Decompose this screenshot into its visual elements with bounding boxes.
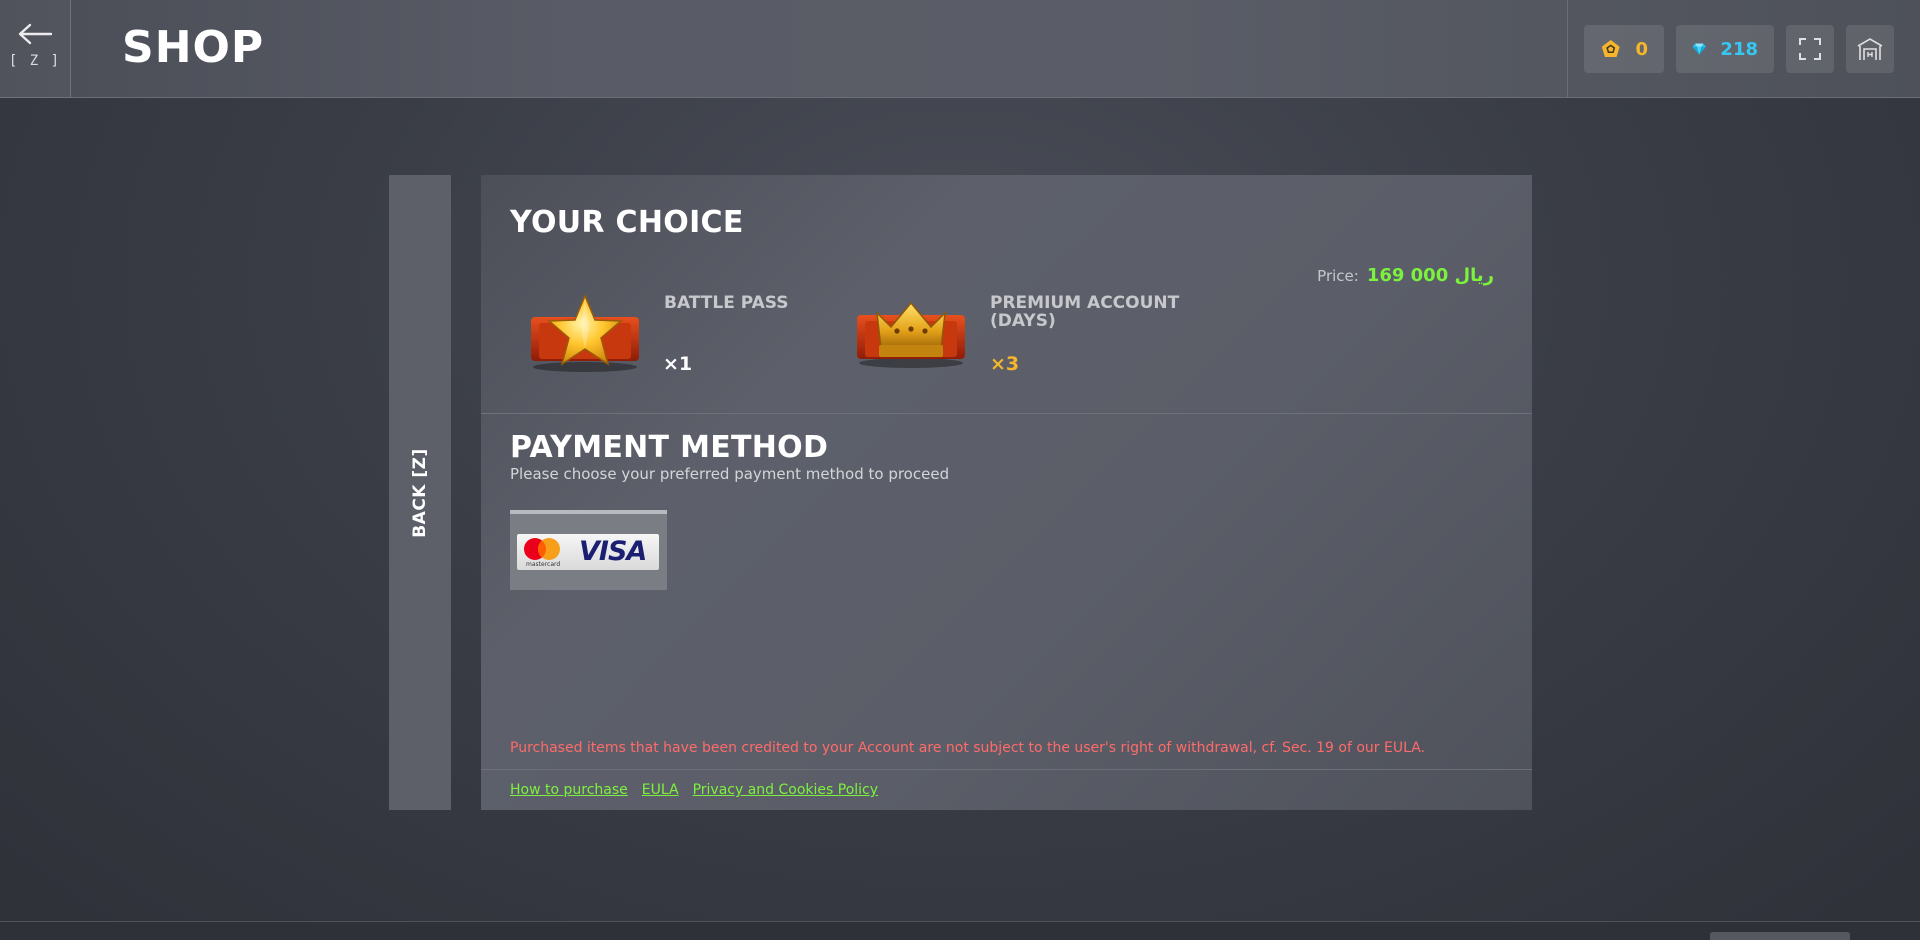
back-shortcut-label: [ Z ] [8,53,62,69]
side-back-label: BACK [Z] [410,447,430,538]
gold-balance[interactable]: 0 [1584,25,1664,73]
payment-method-title: PAYMENT METHOD [510,430,829,465]
your-choice-title: YOUR CHOICE [510,205,744,240]
fullscreen-icon [1799,38,1821,60]
premium-crown-icon [857,301,965,368]
gems-amount: 218 [1720,38,1758,60]
mastercard-caption: mastercard [526,561,561,568]
price-value: 169 000 ریال [1366,265,1494,286]
currency-toolbar: 0 218 [1567,0,1920,98]
diamond-icon [1692,43,1706,55]
gold-amount: 0 [1635,38,1648,60]
gold-pentagon-icon [1601,40,1620,58]
item-quantity: ×3 [990,353,1020,375]
visa-logo: VISA [579,536,647,567]
item-name: PREMIUM ACCOUNT (DAYS) [990,293,1180,331]
arrow-left-icon [18,23,53,45]
battle-pass-star-icon [531,294,639,372]
fullscreen-button[interactable] [1786,25,1834,73]
item-quantity: ×1 [663,353,693,375]
hangar-button[interactable] [1846,25,1894,73]
privacy-policy-link[interactable]: Privacy and Cookies Policy [693,782,878,798]
bottom-button-edge[interactable] [1710,932,1850,940]
card-logos: mastercard VISA [517,534,659,570]
card-payment-option[interactable]: mastercard VISA [510,510,667,590]
top-back-button[interactable]: [ Z ] [0,0,71,98]
checkout-panel: YOUR CHOICE Price: 169 000 ریال BATTLE P… [481,175,1532,810]
price-display: Price: 169 000 ریال [1317,265,1494,286]
side-back-button[interactable]: BACK [Z] [389,175,451,810]
top-bar: [ Z ] SHOP 0 218 [0,0,1920,98]
hangar-icon [1857,38,1883,60]
page-title: SHOP [122,22,265,73]
bottom-strip [0,921,1920,940]
your-choice-section: YOUR CHOICE Price: 169 000 ریال BATTLE P… [481,175,1532,414]
item-name: BATTLE PASS [664,293,789,313]
eula-link[interactable]: EULA [642,782,679,798]
footer-links: How to purchase EULA Privacy and Cookies… [481,769,1532,810]
how-to-purchase-link[interactable]: How to purchase [510,782,628,798]
payment-method-subtitle: Please choose your preferred payment met… [510,465,950,483]
withdrawal-disclaimer: Purchased items that have been credited … [510,740,1425,756]
price-label: Price: [1317,267,1359,285]
gems-balance[interactable]: 218 [1676,25,1774,73]
